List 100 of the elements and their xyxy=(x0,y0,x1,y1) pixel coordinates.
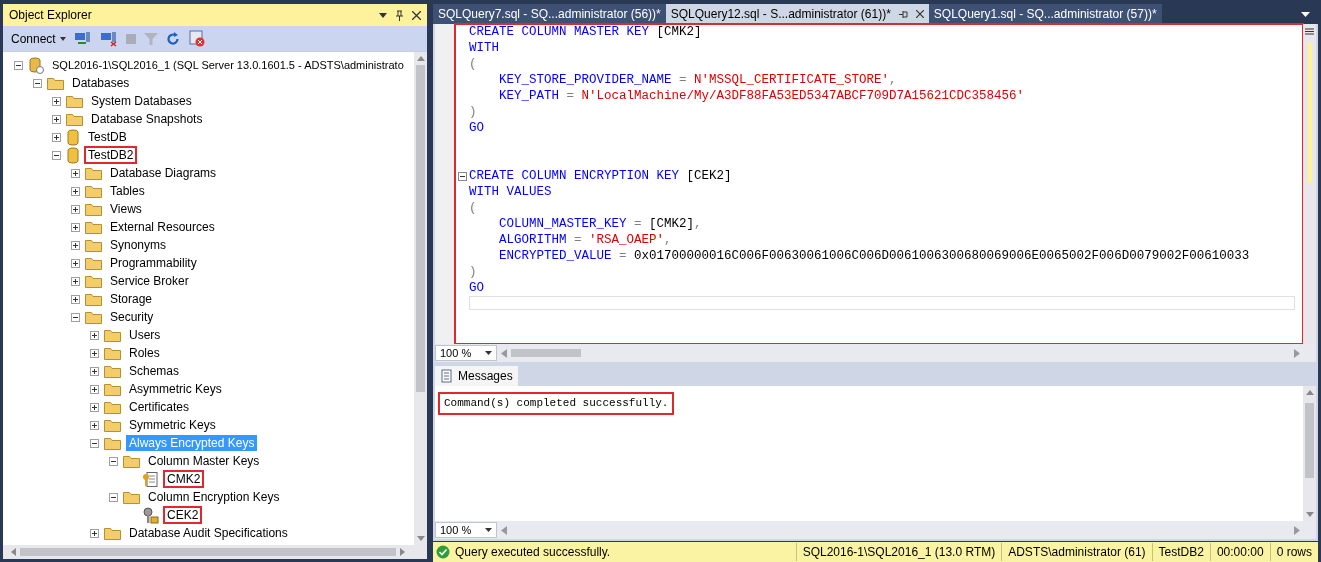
expand-toggle-icon[interactable] xyxy=(52,96,61,106)
scroll-left-icon[interactable] xyxy=(11,548,16,556)
expand-toggle-icon[interactable] xyxy=(71,222,80,232)
code-line: ) xyxy=(469,103,477,121)
expand-toggle-icon[interactable] xyxy=(71,186,80,196)
scroll-down-icon[interactable] xyxy=(1305,512,1314,517)
tree-item[interactable]: Synonyms xyxy=(107,237,170,253)
tree-item[interactable]: CEK2 xyxy=(164,507,202,523)
folder-icon xyxy=(104,364,121,378)
expand-toggle-icon[interactable] xyxy=(90,366,99,376)
dropdown-icon[interactable] xyxy=(1301,12,1310,17)
tree-item[interactable]: Asymmetric Keys xyxy=(126,381,225,397)
tree-item[interactable]: Database Audit Specifications xyxy=(126,525,291,541)
zoom-dropdown[interactable]: 100 % xyxy=(435,522,497,538)
folder-icon xyxy=(85,310,102,324)
collapse-toggle-icon[interactable] xyxy=(14,60,23,70)
expand-toggle-icon[interactable] xyxy=(71,168,80,178)
disconnect-server-icon[interactable] xyxy=(99,30,118,47)
tree-item[interactable]: Schemas xyxy=(126,363,183,379)
code-editor[interactable] xyxy=(455,24,1303,344)
expand-toggle-icon[interactable] xyxy=(90,348,99,358)
dropdown-icon[interactable] xyxy=(379,12,387,18)
tree-item[interactable]: Users xyxy=(126,327,164,343)
status-text: 00:00:00 xyxy=(1209,543,1270,561)
tree-item[interactable]: Roles xyxy=(126,345,163,361)
folder-icon xyxy=(85,184,102,198)
folder-icon xyxy=(104,400,121,414)
tree-item[interactable]: Symmetric Keys xyxy=(126,417,219,433)
scrollbar-thumb[interactable] xyxy=(1305,403,1314,478)
expand-toggle-icon[interactable] xyxy=(90,330,99,340)
tree-item[interactable]: TestDB xyxy=(85,129,130,145)
refresh-icon[interactable] xyxy=(165,31,180,46)
success-check-icon xyxy=(436,545,450,559)
key-lock-icon xyxy=(142,506,159,524)
code-line: WITH xyxy=(469,39,499,57)
split-icon[interactable] xyxy=(1305,28,1314,35)
collapse-toggle-icon[interactable] xyxy=(52,150,61,160)
connect-button[interactable]: Connect xyxy=(11,29,66,48)
tree-item[interactable]: CMK2 xyxy=(164,471,204,487)
tree-item[interactable]: System Databases xyxy=(88,93,195,109)
tree-item[interactable]: Views xyxy=(107,201,145,217)
close-icon[interactable] xyxy=(915,10,924,18)
folder-icon xyxy=(104,328,121,342)
scrollbar-thumb[interactable] xyxy=(416,65,425,392)
document-tab[interactable]: SQLQuery7.sql - SQ...administrator (56))* xyxy=(433,4,666,24)
connect-server-icon[interactable] xyxy=(73,30,92,47)
expand-toggle-icon[interactable] xyxy=(90,528,99,538)
tree-item[interactable]: Service Broker xyxy=(107,273,192,289)
vertical-scrollbar[interactable] xyxy=(414,52,427,545)
result-message: Command(s) completed successfully. xyxy=(439,393,674,414)
expand-toggle-icon[interactable] xyxy=(90,402,99,412)
expand-toggle-icon[interactable] xyxy=(71,276,80,286)
close-icon[interactable] xyxy=(412,10,421,20)
code-line: GO xyxy=(469,279,484,297)
document-tab[interactable]: SQLQuery12.sql - S...administrator (61))* xyxy=(665,4,929,24)
tree-item[interactable]: Storage xyxy=(107,291,156,307)
tree-item[interactable]: External Resources xyxy=(107,219,218,235)
collapse-toggle-icon[interactable] xyxy=(71,312,80,322)
expand-toggle-icon[interactable] xyxy=(71,294,80,304)
collapse-toggle-icon[interactable] xyxy=(109,492,118,502)
server-icon xyxy=(28,56,44,74)
tree-item[interactable]: TestDB2 xyxy=(85,147,137,163)
collapse-toggle-icon[interactable] xyxy=(109,456,118,466)
expand-toggle-icon[interactable] xyxy=(52,132,61,142)
scroll-right-icon[interactable] xyxy=(400,548,405,556)
activity-monitor-icon[interactable] xyxy=(187,30,206,47)
document-tab[interactable]: SQLQuery1.sql - SQ...administrator (57))* xyxy=(928,4,1162,24)
tree-item[interactable]: Column Encryption Keys xyxy=(145,489,283,505)
expand-toggle-icon[interactable] xyxy=(90,384,99,394)
tree-item[interactable]: Database Snapshots xyxy=(88,111,206,127)
status-text: SQL2016-1\SQL2016_1 (13.0 RTM) xyxy=(795,543,1002,561)
messages-tab[interactable]: Messages xyxy=(435,366,518,386)
zoom-dropdown[interactable]: 100 % xyxy=(435,345,497,361)
expand-toggle-icon[interactable] xyxy=(71,258,80,268)
expand-toggle-icon[interactable] xyxy=(71,204,80,214)
panel-title: Object Explorer xyxy=(9,7,92,24)
scrollbar-thumb[interactable] xyxy=(20,548,396,556)
expand-toggle-icon[interactable] xyxy=(71,240,80,250)
expand-toggle-icon[interactable] xyxy=(90,420,99,430)
scroll-up-icon[interactable] xyxy=(1305,390,1314,395)
tree-item[interactable]: SQL2016-1\SQL2016_1 (SQL Server 13.0.1601.5 - ADSTS\administrato xyxy=(49,57,407,73)
scrollbar-thumb[interactable] xyxy=(511,349,581,357)
tree-item[interactable]: Column Master Keys xyxy=(145,453,263,469)
code-line: ( xyxy=(469,199,477,217)
collapse-toggle-icon[interactable] xyxy=(90,438,99,448)
tree-item[interactable]: Programmability xyxy=(107,255,200,271)
tree-item[interactable]: Certificates xyxy=(126,399,193,415)
tree-item[interactable]: Databases xyxy=(69,75,133,91)
collapse-toggle-icon[interactable] xyxy=(33,78,42,88)
scroll-up-icon[interactable] xyxy=(416,56,425,61)
tree-item[interactable]: Database Diagrams xyxy=(107,165,220,181)
folder-icon xyxy=(66,112,83,126)
tree-item[interactable]: Tables xyxy=(107,183,148,199)
expand-toggle-icon[interactable] xyxy=(52,114,61,124)
pin-icon[interactable] xyxy=(898,9,908,19)
fold-toggle-icon[interactable] xyxy=(458,171,467,181)
scroll-down-icon[interactable] xyxy=(416,536,425,541)
tree-item[interactable]: Security xyxy=(107,309,157,325)
key-document-icon xyxy=(142,470,159,488)
pin-icon[interactable] xyxy=(395,9,404,21)
